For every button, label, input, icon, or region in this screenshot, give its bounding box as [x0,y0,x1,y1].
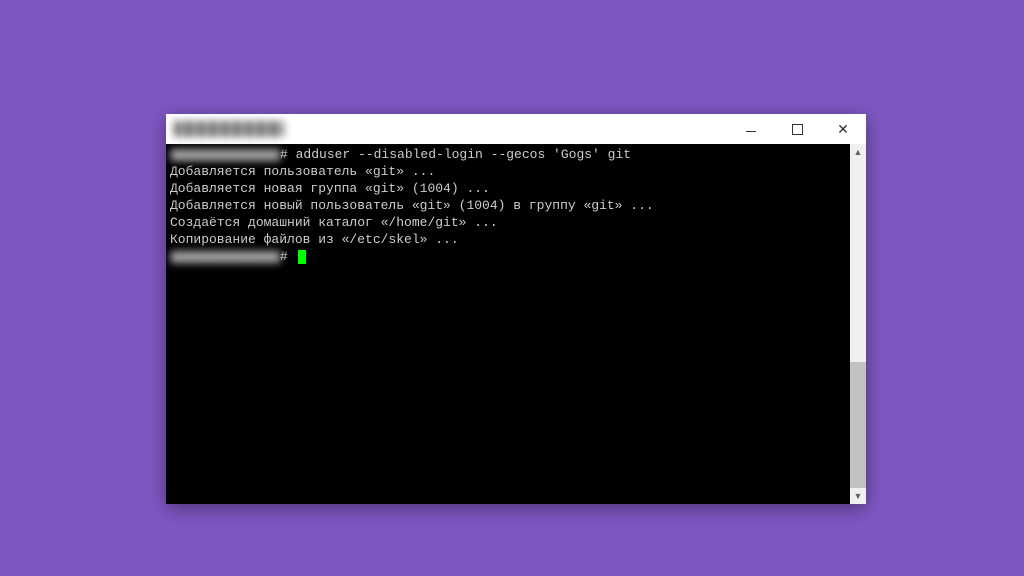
maximize-icon [792,124,803,135]
cursor [298,250,306,264]
window-title-redacted [174,121,284,137]
scroll-down-arrow-icon[interactable]: ▼ [850,488,866,504]
terminal-window: ✕ # adduser --disabled-login --gecos 'Go… [166,114,866,504]
prompt-suffix: # [280,147,296,162]
terminal-area: # adduser --disabled-login --gecos 'Gogs… [166,144,866,504]
window-controls: ✕ [728,114,866,144]
scrollbar-track[interactable] [850,160,866,488]
prompt-line-1: # adduser --disabled-login --gecos 'Gogs… [170,146,846,163]
minimize-button[interactable] [728,114,774,144]
scrollbar-thumb[interactable] [850,362,866,488]
terminal-output[interactable]: # adduser --disabled-login --gecos 'Gogs… [166,144,850,504]
minimize-icon [746,131,756,132]
output-line: Добавляется новая группа «git» (1004) ..… [170,180,846,197]
output-line: Добавляется пользователь «git» ... [170,163,846,180]
maximize-button[interactable] [774,114,820,144]
scroll-up-arrow-icon[interactable]: ▲ [850,144,866,160]
prompt-suffix: # [280,249,296,264]
prompt-redacted [170,251,280,263]
scrollbar[interactable]: ▲ ▼ [850,144,866,504]
output-line: Копирование файлов из «/etc/skel» ... [170,231,846,248]
close-icon: ✕ [837,122,849,136]
prompt-redacted [170,149,280,161]
titlebar[interactable]: ✕ [166,114,866,144]
command-text: adduser --disabled-login --gecos 'Gogs' … [296,147,631,162]
output-line: Добавляется новый пользователь «git» (10… [170,197,846,214]
output-line: Создаётся домашний каталог «/home/git» .… [170,214,846,231]
prompt-line-2: # [170,248,846,265]
close-button[interactable]: ✕ [820,114,866,144]
